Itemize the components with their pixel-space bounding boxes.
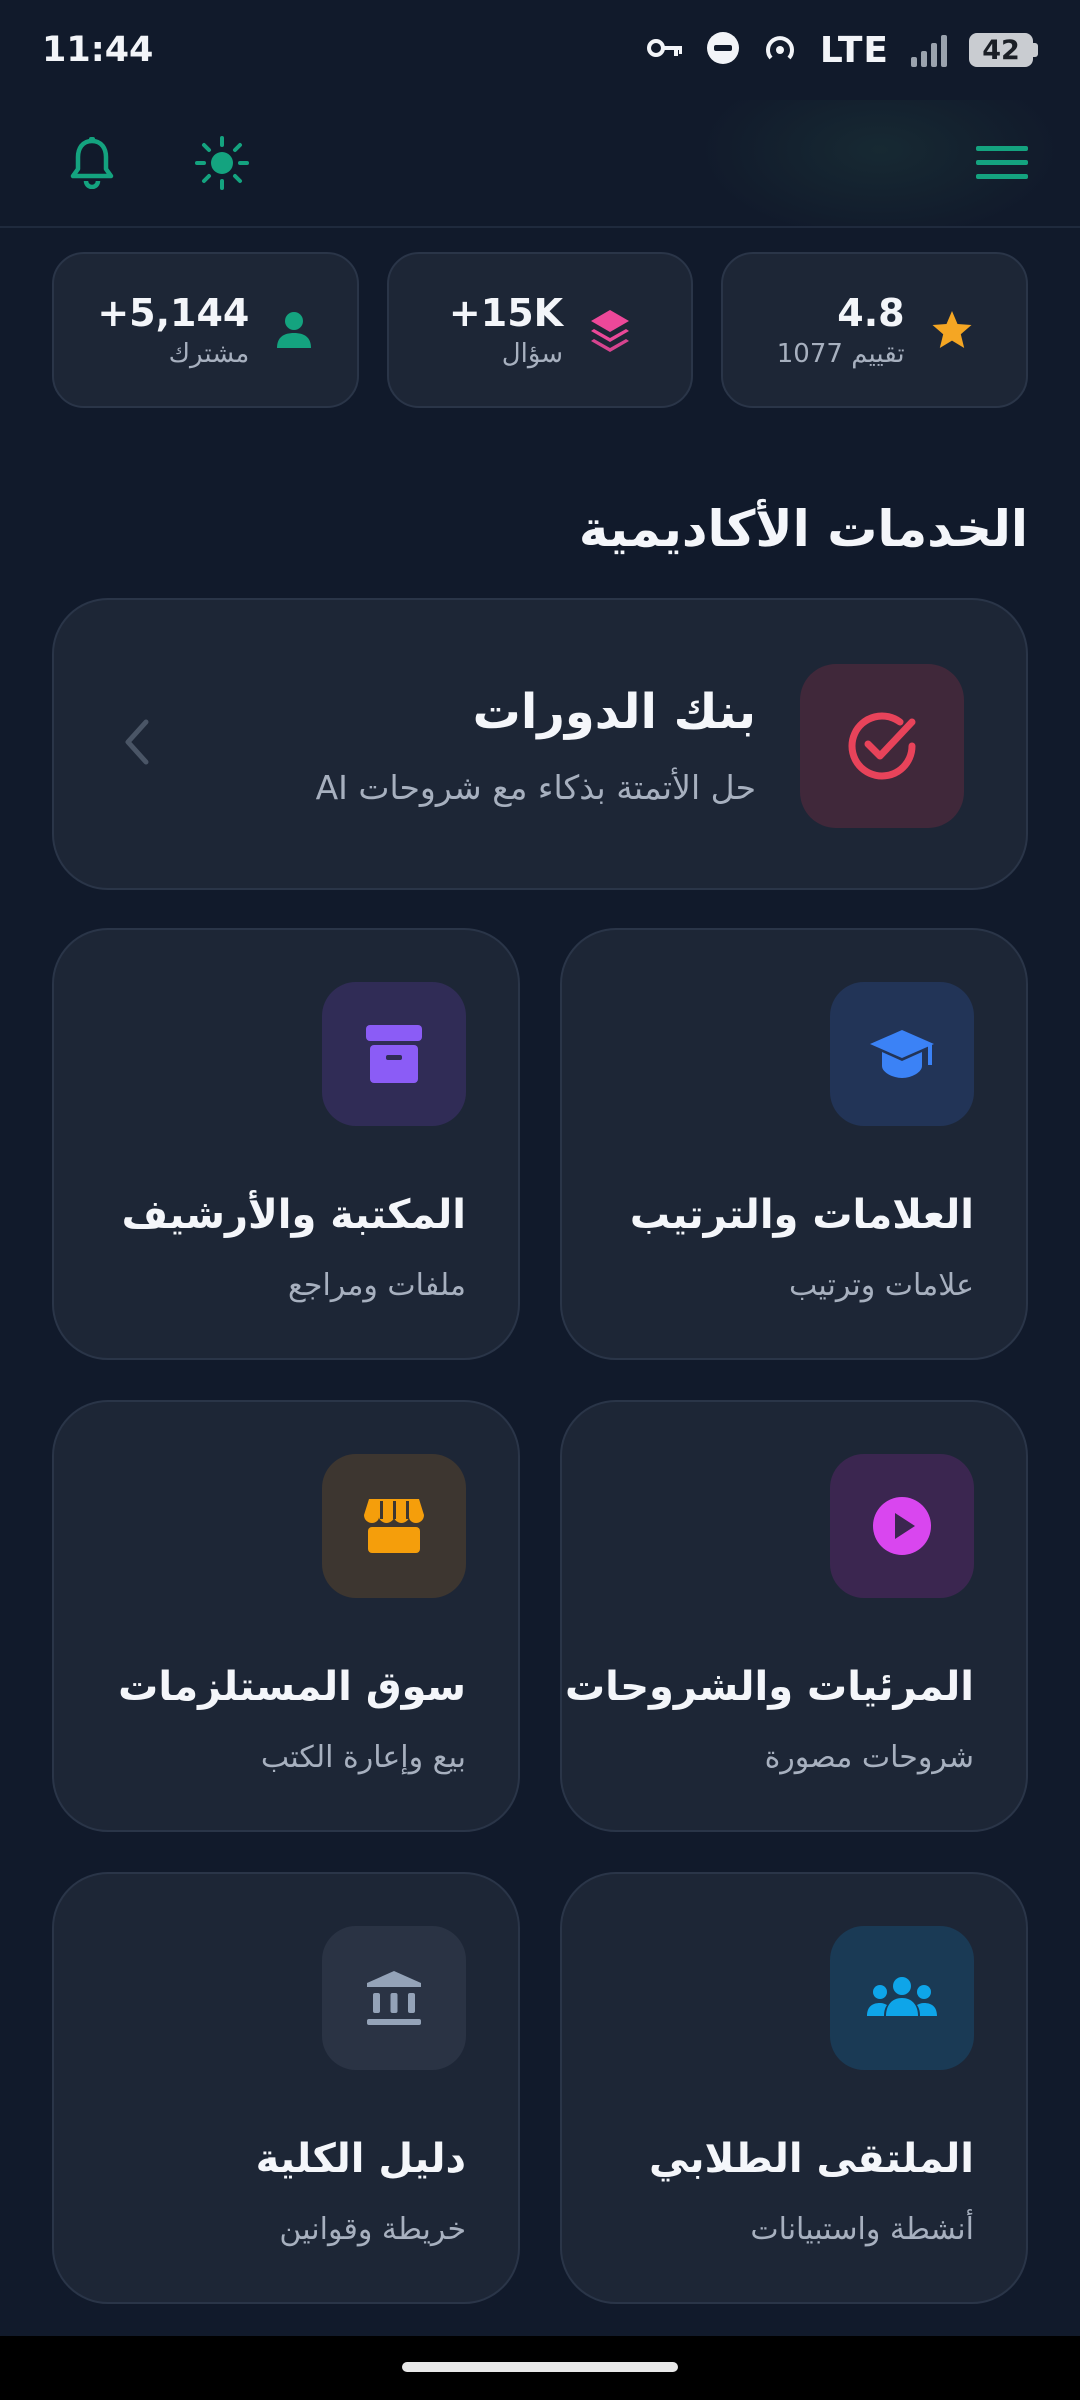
star-icon <box>932 311 972 348</box>
do-not-disturb-icon <box>706 31 740 69</box>
videos-card[interactable]: المرئيات والشروحات شروحات مصورة <box>560 1400 1028 1832</box>
grades-card[interactable]: العلامات والترتيب علامات وترتيب <box>560 928 1028 1360</box>
users-icon <box>867 1977 937 2016</box>
home-gesture-handle[interactable] <box>402 2362 678 2372</box>
market-icon-box <box>322 1454 466 1598</box>
status-bar: 11:44 LTE 42 <box>0 0 1080 100</box>
check-circle-icon <box>848 712 916 780</box>
battery-level: 42 <box>969 33 1033 67</box>
section-title: الخدمات الأكاديمية <box>578 500 1028 558</box>
hamburger-menu-icon <box>976 146 1028 179</box>
card-title: دليل الكلية <box>255 2136 466 2182</box>
stat-rating: 4.8 1077 تقييم <box>721 252 1029 408</box>
course-bank-card[interactable]: بنك الدورات حل الأتمتة بذكاء مع شروحات A… <box>52 598 1028 890</box>
grades-icon-box <box>830 982 974 1126</box>
play-icon <box>873 1497 931 1555</box>
notifications-button[interactable] <box>62 133 122 193</box>
stat-questions: +15K سؤال <box>386 252 694 408</box>
status-time: 11:44 <box>42 30 154 70</box>
archive-icon <box>366 1025 422 1083</box>
market-card[interactable]: سوق المستلزمات بيع وإعارة الكتب <box>52 1400 520 1832</box>
theme-toggle-button[interactable] <box>192 133 252 193</box>
signal-icon <box>911 33 947 67</box>
library-icon-box <box>322 982 466 1126</box>
student-forum-icon-box <box>830 1926 974 2070</box>
card-subtitle: خريطة وقوانين <box>279 2212 466 2247</box>
graduation-cap-icon <box>870 1030 934 1078</box>
college-guide-icon-box <box>322 1926 466 2070</box>
videos-icon-box <box>830 1454 974 1598</box>
student-forum-card[interactable]: الملتقى الطلابي أنشطة واستبيانات <box>560 1872 1028 2304</box>
card-title: سوق المستلزمات <box>118 1664 466 1710</box>
status-icons: LTE 42 <box>646 30 1038 71</box>
system-nav-bar <box>0 2336 1080 2400</box>
course-bank-title: بنك الدورات <box>472 684 756 740</box>
bell-icon <box>70 137 114 189</box>
card-subtitle: بيع وإعارة الكتب <box>260 1740 466 1775</box>
stat-value: +15K <box>448 291 564 335</box>
library-card[interactable]: المكتبة والأرشيف ملفات ومراجع <box>52 928 520 1360</box>
stat-label: 1077 تقييم <box>776 339 905 369</box>
course-bank-icon-box <box>800 664 964 828</box>
stats-row: +5,144 مشترك +15K سؤال 4.8 1077 تقييم <box>52 252 1029 408</box>
stat-value: 4.8 <box>837 291 905 335</box>
hotspot-icon <box>762 30 798 70</box>
course-bank-subtitle: حل الأتمتة بذكاء مع شروحات AI <box>315 768 756 807</box>
college-guide-card[interactable]: دليل الكلية خريطة وقوانين <box>52 1872 520 2304</box>
vpn-key-icon <box>646 36 684 64</box>
card-title: العلامات والترتيب <box>629 1192 974 1238</box>
stat-value: +5,144 <box>97 291 250 335</box>
menu-button[interactable] <box>972 133 1032 193</box>
card-subtitle: شروحات مصورة <box>764 1740 974 1775</box>
layers-icon <box>591 310 630 352</box>
stat-label: مشترك <box>168 339 250 369</box>
card-title: المرئيات والشروحات <box>564 1664 974 1710</box>
stat-label: سؤال <box>501 339 564 369</box>
user-icon <box>277 312 312 348</box>
store-icon <box>364 1499 424 1553</box>
card-subtitle: علامات وترتيب <box>788 1268 974 1303</box>
card-subtitle: أنشطة واستبيانات <box>750 2212 974 2247</box>
battery-icon: 42 <box>969 33 1038 67</box>
stat-subscribers: +5,144 مشترك <box>52 252 359 408</box>
institution-icon <box>367 1971 421 2025</box>
card-title: المكتبة والأرشيف <box>121 1192 466 1238</box>
chevron-left-icon <box>125 719 149 765</box>
network-type: LTE <box>819 29 889 71</box>
app-bar <box>0 100 1080 228</box>
sun-icon <box>195 136 249 190</box>
card-title: الملتقى الطلابي <box>649 2136 974 2182</box>
card-subtitle: ملفات ومراجع <box>287 1268 466 1303</box>
